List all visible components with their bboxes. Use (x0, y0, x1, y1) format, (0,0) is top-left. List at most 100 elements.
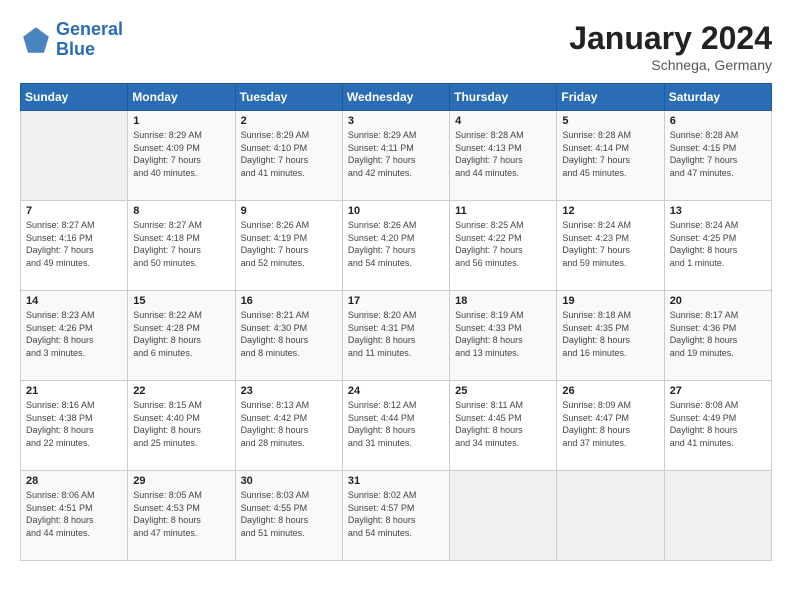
day-number: 14 (26, 295, 122, 307)
day-number: 6 (670, 115, 766, 127)
day-number: 15 (133, 295, 229, 307)
day-number: 3 (348, 115, 444, 127)
page-header: General Blue January 2024 Schnega, Germa… (20, 20, 772, 73)
calendar-cell: 24 Sunrise: 8:12 AM Sunset: 4:44 PM Dayli… (342, 381, 449, 471)
cell-info: Sunrise: 8:27 AM Sunset: 4:18 PM Dayligh… (133, 219, 229, 269)
calendar-cell (450, 471, 557, 561)
logo: General Blue (20, 20, 123, 60)
cell-info: Sunrise: 8:28 AM Sunset: 4:14 PM Dayligh… (562, 129, 658, 179)
logo-icon (20, 24, 52, 56)
cell-info: Sunrise: 8:29 AM Sunset: 4:10 PM Dayligh… (241, 129, 337, 179)
cell-info: Sunrise: 8:29 AM Sunset: 4:11 PM Dayligh… (348, 129, 444, 179)
calendar-cell: 17 Sunrise: 8:20 AM Sunset: 4:31 PM Dayli… (342, 291, 449, 381)
cell-info: Sunrise: 8:17 AM Sunset: 4:36 PM Dayligh… (670, 309, 766, 359)
cell-info: Sunrise: 8:18 AM Sunset: 4:35 PM Dayligh… (562, 309, 658, 359)
day-number: 25 (455, 385, 551, 397)
week-row-3: 14 Sunrise: 8:23 AM Sunset: 4:26 PM Dayli… (21, 291, 772, 381)
day-number: 10 (348, 205, 444, 217)
day-number: 17 (348, 295, 444, 307)
cell-info: Sunrise: 8:21 AM Sunset: 4:30 PM Dayligh… (241, 309, 337, 359)
cell-info: Sunrise: 8:24 AM Sunset: 4:23 PM Dayligh… (562, 219, 658, 269)
calendar-cell (664, 471, 771, 561)
day-number: 28 (26, 475, 122, 487)
calendar-cell: 9Sunrise: 8:26 AM Sunset: 4:19 PM Daylig… (235, 201, 342, 291)
day-number: 29 (133, 475, 229, 487)
calendar-cell: 12 Sunrise: 8:24 AM Sunset: 4:23 PM Dayli… (557, 201, 664, 291)
calendar-cell: 26 Sunrise: 8:09 AM Sunset: 4:47 PM Dayli… (557, 381, 664, 471)
calendar-cell: 8 Sunrise: 8:27 AM Sunset: 4:18 PM Daylig… (128, 201, 235, 291)
calendar-cell: 2 Sunrise: 8:29 AM Sunset: 4:10 PM Daylig… (235, 111, 342, 201)
title-block: January 2024 Schnega, Germany (569, 20, 772, 73)
logo-text: General Blue (56, 20, 123, 60)
day-number: 19 (562, 295, 658, 307)
cell-info: Sunrise: 8:26 AM Sunset: 4:20 PM Dayligh… (348, 219, 444, 269)
cell-info: Sunrise: 8:27 AM Sunset: 4:16 PM Dayligh… (26, 219, 122, 269)
calendar-cell: 19 Sunrise: 8:18 AM Sunset: 4:35 PM Dayli… (557, 291, 664, 381)
cell-info: Sunrise: 8:28 AM Sunset: 4:15 PM Dayligh… (670, 129, 766, 179)
calendar-cell: 29 Sunrise: 8:05 AM Sunset: 4:53 PM Dayli… (128, 471, 235, 561)
calendar-cell: 22Sunrise: 8:15 AM Sunset: 4:40 PM Dayli… (128, 381, 235, 471)
day-number: 24 (348, 385, 444, 397)
cell-info: Sunrise: 8:02 AM Sunset: 4:57 PM Dayligh… (348, 489, 444, 539)
day-number: 18 (455, 295, 551, 307)
day-number: 5 (562, 115, 658, 127)
cell-info: Sunrise: 8:25 AM Sunset: 4:22 PM Dayligh… (455, 219, 551, 269)
calendar-cell: 21 Sunrise: 8:16 AM Sunset: 4:38 PM Dayli… (21, 381, 128, 471)
week-row-5: 28 Sunrise: 8:06 AM Sunset: 4:51 PM Dayli… (21, 471, 772, 561)
cell-info: Sunrise: 8:16 AM Sunset: 4:38 PM Dayligh… (26, 399, 122, 449)
cell-info: Sunrise: 8:24 AM Sunset: 4:25 PM Dayligh… (670, 219, 766, 269)
calendar-cell: 11 Sunrise: 8:25 AM Sunset: 4:22 PM Dayli… (450, 201, 557, 291)
header-cell-thursday: Thursday (450, 84, 557, 111)
cell-info: Sunrise: 8:15 AM Sunset: 4:40 PM Dayligh… (133, 399, 229, 449)
cell-info: Sunrise: 8:03 AM Sunset: 4:55 PM Dayligh… (241, 489, 337, 539)
day-number: 23 (241, 385, 337, 397)
day-number: 26 (562, 385, 658, 397)
cell-info: Sunrise: 8:13 AM Sunset: 4:42 PM Dayligh… (241, 399, 337, 449)
day-number: 8 (133, 205, 229, 217)
cell-info: Sunrise: 8:12 AM Sunset: 4:44 PM Dayligh… (348, 399, 444, 449)
cell-info: Sunrise: 8:22 AM Sunset: 4:28 PM Dayligh… (133, 309, 229, 359)
calendar-cell: 1Sunrise: 8:29 AM Sunset: 4:09 PM Daylig… (128, 111, 235, 201)
day-number: 31 (348, 475, 444, 487)
calendar-cell: 23 Sunrise: 8:13 AM Sunset: 4:42 PM Dayli… (235, 381, 342, 471)
cell-info: Sunrise: 8:11 AM Sunset: 4:45 PM Dayligh… (455, 399, 551, 449)
cell-info: Sunrise: 8:08 AM Sunset: 4:49 PM Dayligh… (670, 399, 766, 449)
calendar-cell: 13Sunrise: 8:24 AM Sunset: 4:25 PM Dayli… (664, 201, 771, 291)
day-number: 7 (26, 205, 122, 217)
cell-info: Sunrise: 8:28 AM Sunset: 4:13 PM Dayligh… (455, 129, 551, 179)
header-cell-wednesday: Wednesday (342, 84, 449, 111)
calendar-cell: 28 Sunrise: 8:06 AM Sunset: 4:51 PM Dayli… (21, 471, 128, 561)
calendar-cell: 3 Sunrise: 8:29 AM Sunset: 4:11 PM Daylig… (342, 111, 449, 201)
calendar-cell: 18 Sunrise: 8:19 AM Sunset: 4:33 PM Dayli… (450, 291, 557, 381)
calendar-cell: 27 Sunrise: 8:08 AM Sunset: 4:49 PM Dayli… (664, 381, 771, 471)
calendar-table: SundayMondayTuesdayWednesdayThursdayFrid… (20, 83, 772, 561)
day-number: 20 (670, 295, 766, 307)
day-number: 27 (670, 385, 766, 397)
calendar-cell: 16Sunrise: 8:21 AM Sunset: 4:30 PM Dayli… (235, 291, 342, 381)
calendar-cell: 31 Sunrise: 8:02 AM Sunset: 4:57 PM Dayli… (342, 471, 449, 561)
cell-info: Sunrise: 8:05 AM Sunset: 4:53 PM Dayligh… (133, 489, 229, 539)
location: Schnega, Germany (569, 57, 772, 73)
week-row-2: 7 Sunrise: 8:27 AM Sunset: 4:16 PM Daylig… (21, 201, 772, 291)
calendar-body: 1Sunrise: 8:29 AM Sunset: 4:09 PM Daylig… (21, 111, 772, 561)
header-cell-friday: Friday (557, 84, 664, 111)
cell-info: Sunrise: 8:29 AM Sunset: 4:09 PM Dayligh… (133, 129, 229, 179)
cell-info: Sunrise: 8:09 AM Sunset: 4:47 PM Dayligh… (562, 399, 658, 449)
calendar-cell: 10 Sunrise: 8:26 AM Sunset: 4:20 PM Dayli… (342, 201, 449, 291)
calendar-cell: 5 Sunrise: 8:28 AM Sunset: 4:14 PM Daylig… (557, 111, 664, 201)
cell-info: Sunrise: 8:06 AM Sunset: 4:51 PM Dayligh… (26, 489, 122, 539)
day-number: 12 (562, 205, 658, 217)
cell-info: Sunrise: 8:23 AM Sunset: 4:26 PM Dayligh… (26, 309, 122, 359)
month-title: January 2024 (569, 20, 772, 57)
day-number: 11 (455, 205, 551, 217)
header-cell-monday: Monday (128, 84, 235, 111)
day-number: 4 (455, 115, 551, 127)
cell-info: Sunrise: 8:19 AM Sunset: 4:33 PM Dayligh… (455, 309, 551, 359)
calendar-cell (21, 111, 128, 201)
cell-info: Sunrise: 8:20 AM Sunset: 4:31 PM Dayligh… (348, 309, 444, 359)
calendar-cell: 4 Sunrise: 8:28 AM Sunset: 4:13 PM Daylig… (450, 111, 557, 201)
calendar-header-row: SundayMondayTuesdayWednesdayThursdayFrid… (21, 84, 772, 111)
day-number: 21 (26, 385, 122, 397)
day-number: 2 (241, 115, 337, 127)
week-row-1: 1Sunrise: 8:29 AM Sunset: 4:09 PM Daylig… (21, 111, 772, 201)
